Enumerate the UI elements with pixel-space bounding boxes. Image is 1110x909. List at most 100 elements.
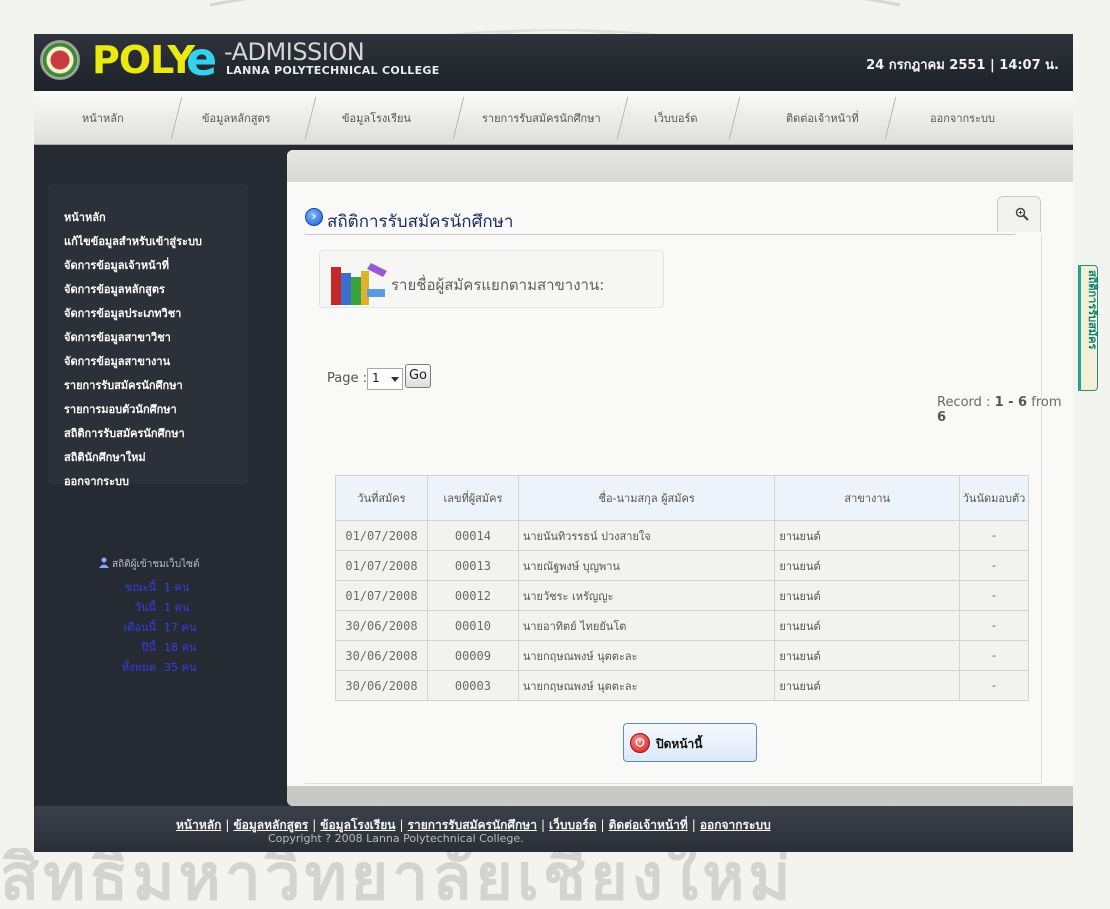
sidebar-item-edit-login[interactable]: แก้ไขข้อมูลสำหรับเข้าสู่ระบบ — [64, 232, 202, 250]
record-prefix: Record : — [937, 395, 995, 410]
cell-number: 00009 — [426, 640, 519, 671]
side-tab-label: สถิติการรับสมัคร — [1086, 270, 1099, 350]
sidebar-item-enrollment[interactable]: รายการมอบตัวนักศึกษา — [64, 400, 177, 418]
col-work-field: สาขางาน — [774, 475, 961, 521]
cell-field: ยานยนต์ — [774, 610, 961, 641]
sidebar-item-subject[interactable]: จัดการข้อมูลสาขาวิชา — [64, 328, 171, 346]
stats-today-label: วันนี้ — [134, 601, 156, 614]
cell-enroll: - — [959, 640, 1029, 671]
logo-college-name: LANNA POLYTECHNICAL COLLEGE — [226, 64, 440, 77]
cell-name: นายวัชระ เหรัญญะ — [517, 580, 776, 611]
table-row: 01/07/2008 00012 นายวัชระ เหรัญญะ ยานยนต… — [335, 580, 1029, 611]
cell-number: 00012 — [426, 580, 519, 611]
stats-now-label: ขณะนี้ — [124, 581, 156, 594]
watermark-text: สิทธิ์มหาวิทยาลัยเชียงใหม่ — [0, 848, 795, 909]
side-tab-statistics[interactable]: สถิติการรับสมัคร — [1078, 265, 1099, 391]
col-applicant-no: เลขที่ผู้สมัคร — [426, 475, 519, 521]
stats-total-value: 35 คน — [164, 661, 197, 674]
cell-field: ยานยนต์ — [774, 550, 961, 581]
go-button[interactable]: Go — [405, 364, 431, 388]
nav-school[interactable]: ข้อมูลโรงเรียน — [342, 109, 411, 127]
cell-number: 00014 — [426, 520, 519, 551]
content-bottom-bar — [287, 786, 1073, 806]
footer-link-applications[interactable]: รายการรับสมัครนักศึกษา — [408, 818, 537, 832]
stats-year-value: 18 คน — [164, 641, 197, 654]
sidebar-item-application-stats[interactable]: สถิติการรับสมัครนักศึกษา — [64, 424, 185, 442]
record-total: 6 — [937, 410, 947, 425]
nav-applications[interactable]: รายการรับสมัครนักศึกษา — [482, 109, 601, 127]
cell-date: 01/07/2008 — [335, 580, 428, 611]
sidebar-item-curriculum[interactable]: จัดการข้อมูลหลักสูตร — [64, 280, 165, 298]
logo-poly: POLY — [92, 38, 195, 82]
footer-copyright: Copyright ? 2008 Lanna Polytechnical Col… — [268, 832, 524, 845]
nav-logout[interactable]: ออกจากระบบ — [930, 109, 995, 127]
nav-home[interactable]: หน้าหลัก — [82, 109, 124, 127]
power-icon: ⏻ — [630, 733, 650, 753]
page-title: สถิติการรับสมัครนักศึกษา — [327, 212, 514, 232]
record-count: Record : 1 - 6 from 6 — [937, 395, 1073, 425]
nav-curriculum[interactable]: ข้อมูลหลักสูตร — [202, 109, 271, 127]
table-row: 01/07/2008 00013 นายณัฐพงษ์ บุญพาน ยานยน… — [335, 550, 1029, 581]
footer: หน้าหลัก | ข้อมูลหลักสูตร | ข้อมูลโรงเรียน | ร… — [34, 806, 1073, 852]
footer-link-logout[interactable]: ออกจากระบบ — [700, 818, 771, 832]
cell-date: 01/07/2008 — [335, 550, 428, 581]
table-row: 01/07/2008 00014 นายนันทิวรรธน์ ปวงสายใจ… — [335, 520, 1029, 551]
cell-date: 30/06/2008 — [335, 670, 428, 701]
cell-enroll: - — [959, 520, 1029, 551]
sidebar-item-work-field[interactable]: จัดการข้อมูลสาขางาน — [64, 352, 170, 370]
books-icon — [331, 263, 387, 305]
cell-date: 30/06/2008 — [335, 640, 428, 671]
sidebar-item-staff[interactable]: จัดการข้อมูลเจ้าหน้าที่ — [64, 256, 169, 274]
footer-link-home[interactable]: หน้าหลัก — [176, 818, 221, 832]
sidebar-item-applications[interactable]: รายการรับสมัครนักศึกษา — [64, 376, 183, 394]
col-apply-date: วันที่สมัคร — [335, 475, 428, 521]
visitor-stats-title: สถิติผู้เข้าชมเว็บไซต์ — [112, 559, 200, 570]
cell-number: 00010 — [426, 610, 519, 641]
top-nav: หน้าหลัก ข้อมูลหลักสูตร ข้อมูลโรงเรียน ร… — [34, 91, 1073, 145]
stats-total-label: ทั้งหมด — [121, 661, 156, 674]
stats-year-label: ปีนี้ — [141, 641, 156, 654]
cell-enroll: - — [959, 670, 1029, 701]
nav-webboard[interactable]: เว็บบอร์ด — [654, 109, 698, 127]
page-select-value: 1 — [372, 371, 380, 385]
logo-e: e — [186, 32, 218, 86]
footer-link-webboard[interactable]: เว็บบอร์ด — [549, 818, 597, 832]
sidebar-item-logout[interactable]: ออกจากระบบ — [64, 472, 129, 490]
page-frame: POLY e -ADMISSION LANNA POLYTECHNICAL CO… — [34, 34, 1073, 852]
stats-now-value: 1 คน — [164, 581, 190, 594]
arrow-circle-icon: › — [305, 208, 323, 226]
col-applicant-name: ชื่อ-นามสกุล ผู้สมัคร — [517, 475, 776, 521]
title-divider — [305, 234, 1015, 235]
table-row: 30/06/2008 00010 นายอาทิตย์ ไทยยันโต ยาน… — [335, 610, 1029, 641]
cell-name: นายอาทิตย์ ไทยยันโต — [517, 610, 776, 641]
footer-link-school[interactable]: ข้อมูลโรงเรียน — [320, 818, 395, 832]
cell-field: ยานยนต์ — [774, 520, 961, 551]
sidebar-item-subject-type[interactable]: จัดการข้อมูลประเภทวิชา — [64, 304, 181, 322]
sidebar-item-home[interactable]: หน้าหลัก — [64, 208, 106, 226]
footer-link-contact[interactable]: ติดต่อเจ้าหน้าที่ — [609, 818, 688, 832]
sidebar-item-new-student-stats[interactable]: สถิตินักศึกษาใหม่ — [64, 448, 146, 466]
stats-today-value: 1 คน — [164, 601, 190, 614]
main-content: › สถิติการรับสมัครนักศึกษา รายชื่อผู้สมั… — [287, 150, 1073, 806]
cell-date: 30/06/2008 — [335, 610, 428, 641]
nav-contact[interactable]: ติดต่อเจ้าหน้าที่ — [786, 109, 859, 127]
record-from: from — [1027, 395, 1062, 410]
cell-field: ยานยนต์ — [774, 640, 961, 671]
cell-enroll: - — [959, 580, 1029, 611]
cell-field: ยานยนต์ — [774, 670, 961, 701]
header: POLY e -ADMISSION LANNA POLYTECHNICAL CO… — [34, 34, 1073, 91]
table-header-row: วันที่สมัคร เลขที่ผู้สมัคร ชื่อ-นามสกุล … — [335, 475, 1029, 521]
stats-month-value: 17 คน — [164, 621, 197, 634]
page-select[interactable]: 1 — [367, 368, 403, 390]
college-seal-icon — [40, 40, 80, 80]
chevron-down-icon — [391, 377, 399, 382]
footer-link-curriculum[interactable]: ข้อมูลหลักสูตร — [233, 818, 308, 832]
table-row: 30/06/2008 00003 นายกฤษณพงษ์ นุตตะละ ยาน… — [335, 670, 1029, 701]
cell-name: นายกฤษณพงษ์ นุตตะละ — [517, 640, 776, 671]
close-page-button[interactable]: ⏻ ปิดหน้านี้ — [623, 723, 757, 762]
cell-name: นายกฤษณพงษ์ นุตตะละ — [517, 670, 776, 701]
stats-month-label: เดือนนี้ — [123, 621, 156, 634]
cell-enroll: - — [959, 550, 1029, 581]
user-icon — [99, 557, 109, 568]
zoom-tab[interactable] — [997, 196, 1041, 232]
